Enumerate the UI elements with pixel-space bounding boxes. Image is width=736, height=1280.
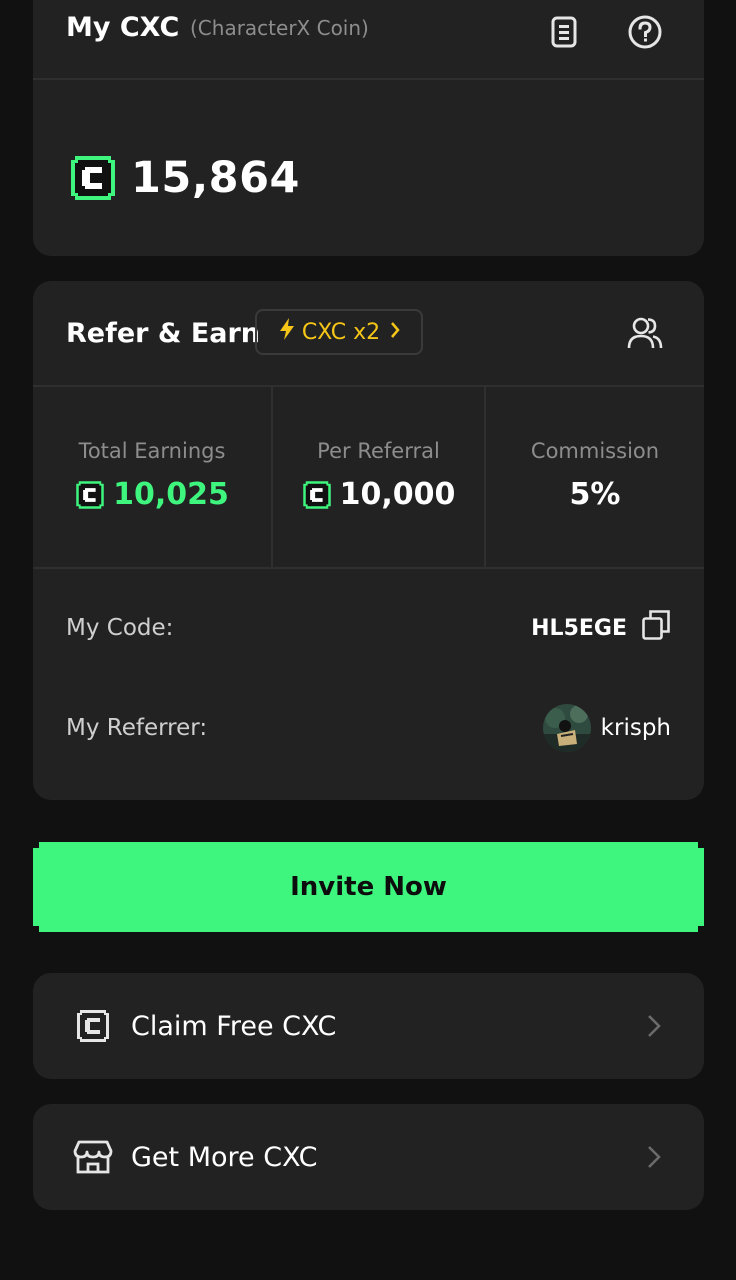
balance-card-header: My CXC (CharacterX Coin) <box>33 0 704 80</box>
lightning-icon <box>278 318 296 346</box>
my-code-value-group: HL5EGE <box>531 609 671 647</box>
chevron-right-icon <box>644 1143 664 1171</box>
stat-label: Total Earnings <box>78 439 226 463</box>
stat-label: Commission <box>530 439 660 463</box>
store-icon <box>73 1137 113 1177</box>
referrer-name: krisph <box>600 715 671 741</box>
refer-card-title: Refer & Earn <box>66 318 261 349</box>
balance-card-subtitle: (CharacterX Coin) <box>190 16 369 40</box>
my-code-row: My Code: HL5EGE <box>66 608 671 648</box>
copy-icon[interactable] <box>641 609 671 647</box>
stat-commission: Commission 5% <box>486 387 704 567</box>
chevron-right-icon <box>390 320 400 345</box>
refer-card-header: Refer & Earn CXC x2 <box>33 281 704 387</box>
balance-card: My CXC (CharacterX Coin) 15,864 <box>33 0 704 256</box>
cxc-coin-icon <box>302 480 332 510</box>
menu-item-claim-free-cxc[interactable]: Claim Free CXC <box>33 973 704 1079</box>
balance-card-title: My CXC <box>66 12 180 43</box>
my-referrer-row: My Referrer: krisph <box>66 704 671 752</box>
stat-number: 10,000 <box>339 477 456 512</box>
stat-label: Per Referral <box>317 439 440 463</box>
menu-label: Get More CXC <box>131 1141 318 1173</box>
my-referrer-label: My Referrer: <box>66 715 208 741</box>
referrer-group[interactable]: krisph <box>542 704 671 752</box>
avatar <box>542 704 591 752</box>
chevron-right-icon <box>644 1012 664 1040</box>
stat-value: 5% <box>486 477 704 512</box>
boost-pill-button[interactable]: CXC x2 <box>255 309 423 355</box>
stats-row: Total Earnings 10,025 Per Referral 10,00… <box>33 387 704 569</box>
stat-value: 10,000 <box>273 477 484 512</box>
refer-earn-card: Refer & Earn CXC x2 Total Earnings 10,02… <box>33 281 704 800</box>
stat-per-referral: Per Referral 10,000 <box>273 387 486 567</box>
stat-value: 10,025 <box>33 477 271 512</box>
my-code-label: My Code: <box>66 615 174 641</box>
coin-outline-icon <box>73 1006 113 1046</box>
invite-now-button[interactable]: Invite Now <box>33 842 704 932</box>
my-code-value: HL5EGE <box>531 615 627 641</box>
cxc-coin-icon <box>75 480 105 510</box>
boost-label: CXC x2 <box>301 319 381 345</box>
stat-number: 5% <box>569 477 621 512</box>
users-icon[interactable] <box>627 315 663 351</box>
menu-item-get-more-cxc[interactable]: Get More CXC <box>33 1104 704 1210</box>
stat-total-earnings: Total Earnings 10,025 <box>33 387 273 567</box>
cxc-coin-icon <box>69 154 117 202</box>
document-icon[interactable] <box>546 14 582 50</box>
balance-row: 15,864 <box>69 152 300 204</box>
menu-label: Claim Free CXC <box>131 1010 337 1042</box>
stat-number: 10,025 <box>113 477 229 512</box>
balance-value: 15,864 <box>131 153 300 203</box>
help-icon[interactable] <box>627 14 663 50</box>
